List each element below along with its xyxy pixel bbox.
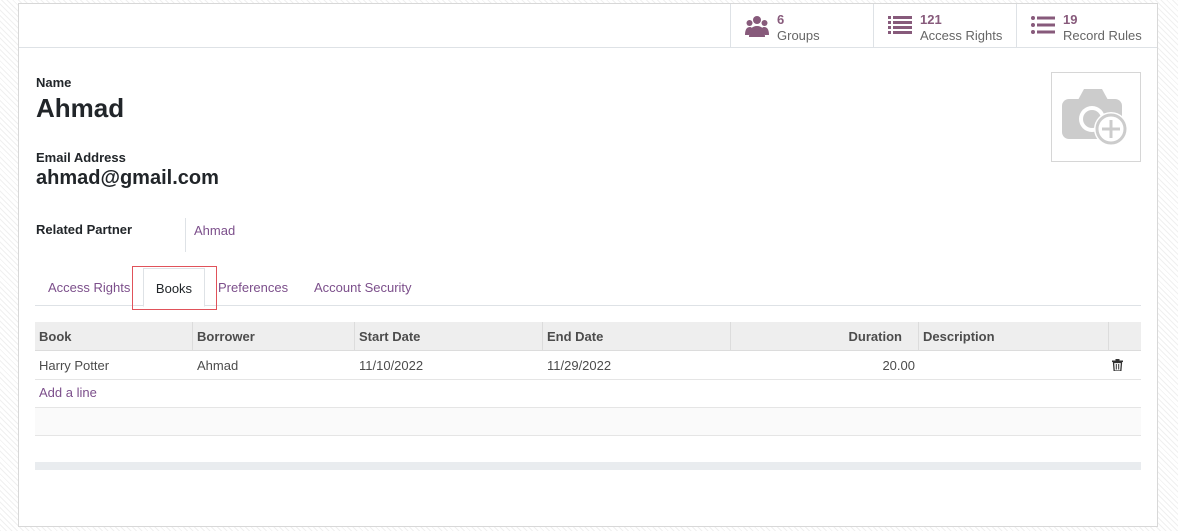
name-label: Name: [36, 75, 72, 90]
column-end-date[interactable]: End Date: [543, 322, 731, 351]
smart-button-box: 6 Groups 121 Access Rights 19 Record Rul…: [19, 4, 1157, 48]
column-duration[interactable]: Duration: [731, 322, 919, 351]
column-description[interactable]: Description: [919, 322, 1109, 351]
notebook-tabs: Access Rights Books Preferences Account …: [35, 268, 1141, 307]
tab-preferences[interactable]: Preferences: [218, 268, 294, 306]
email-field[interactable]: ahmad@gmail.com: [36, 167, 219, 190]
users-icon: [745, 16, 769, 37]
access-rights-button[interactable]: 121 Access Rights: [873, 4, 1016, 48]
access-rights-label: Access Rights: [920, 28, 1003, 43]
cell-end-date[interactable]: 11/29/2022: [547, 351, 611, 379]
related-partner-link[interactable]: Ahmad: [194, 223, 235, 238]
cell-start-date[interactable]: 11/10/2022: [359, 351, 423, 379]
groups-count: 6: [777, 12, 785, 27]
list-icon: [888, 16, 912, 34]
trash-icon[interactable]: [1112, 359, 1123, 371]
field-divider: [185, 218, 186, 252]
list-icon: [1031, 16, 1055, 34]
email-label: Email Address: [36, 150, 126, 165]
record-rules-label: Record Rules: [1063, 28, 1142, 43]
camera-plus-icon: [1062, 89, 1128, 146]
record-rules-button[interactable]: 19 Record Rules: [1016, 4, 1157, 48]
column-start-date[interactable]: Start Date: [355, 322, 543, 351]
column-borrower[interactable]: Borrower: [193, 322, 355, 351]
tab-books[interactable]: Books: [143, 268, 205, 307]
groups-label: Groups: [777, 28, 820, 43]
cell-duration[interactable]: 20.00: [735, 351, 915, 379]
table-header: Book Borrower Start Date End Date Durati…: [35, 322, 1141, 351]
access-rights-count: 121: [920, 12, 942, 27]
books-table: Book Borrower Start Date End Date Durati…: [35, 322, 1141, 436]
groups-button[interactable]: 6 Groups: [730, 4, 873, 48]
name-field[interactable]: Ahmad: [36, 93, 124, 124]
tab-access-rights[interactable]: Access Rights: [48, 268, 134, 306]
cell-borrower[interactable]: Ahmad: [197, 351, 238, 379]
add-line-link[interactable]: Add a line: [39, 385, 97, 400]
avatar-upload[interactable]: [1051, 72, 1141, 162]
tab-account-security[interactable]: Account Security: [314, 268, 424, 306]
column-book[interactable]: Book: [35, 322, 193, 351]
table-row[interactable]: Harry Potter Ahmad 11/10/2022 11/29/2022…: [35, 351, 1141, 380]
related-partner-label: Related Partner: [36, 222, 133, 237]
add-line-row: Add a line: [35, 380, 1141, 408]
cell-book[interactable]: Harry Potter: [39, 351, 109, 379]
form-sheet: 6 Groups 121 Access Rights 19 Record Rul…: [18, 3, 1158, 527]
table-footer: [35, 462, 1141, 470]
record-rules-count: 19: [1063, 12, 1078, 27]
empty-row: [35, 408, 1141, 436]
